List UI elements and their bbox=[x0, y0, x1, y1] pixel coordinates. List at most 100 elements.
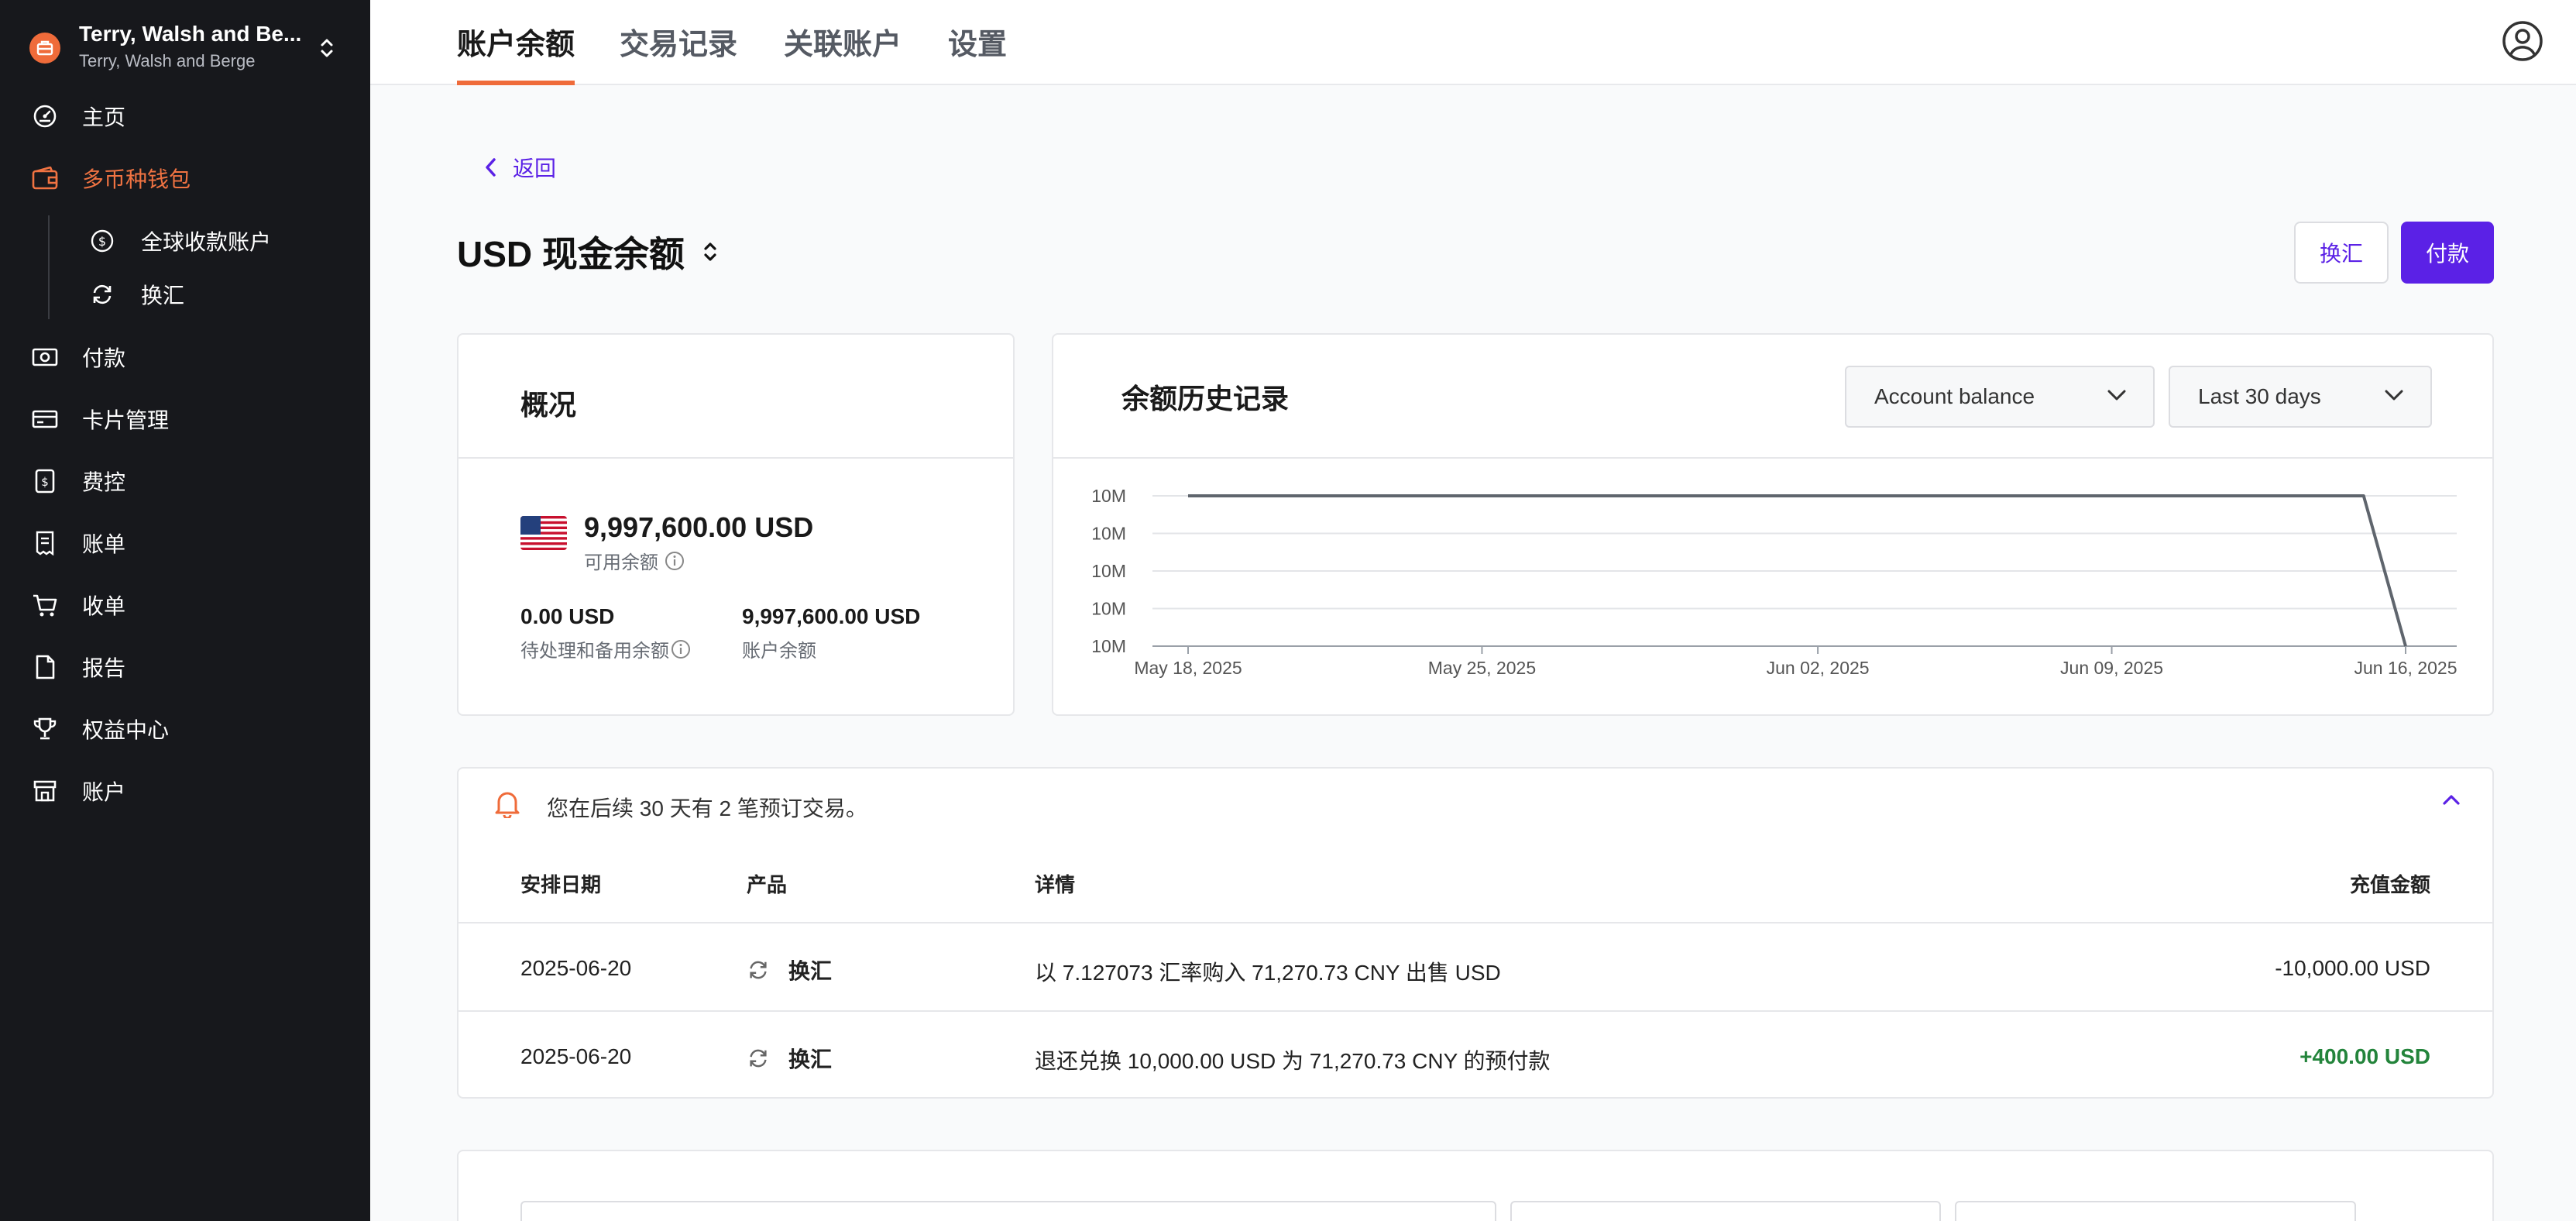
bill-icon bbox=[31, 529, 59, 557]
column-header-product: 产品 bbox=[747, 873, 788, 896]
expense-icon: $ bbox=[31, 467, 59, 495]
page-title: USD 现金余额 bbox=[457, 226, 720, 277]
column-header-amount: 充值金额 bbox=[2349, 873, 2430, 896]
overview-title: 概况 bbox=[520, 389, 577, 421]
tab-label: 关联账户 bbox=[784, 29, 902, 61]
pay-button[interactable]: 付款 bbox=[2401, 222, 2494, 284]
refresh-icon bbox=[88, 280, 116, 308]
row-amount: +400.00 USD bbox=[2300, 1044, 2430, 1068]
row-product: 换汇 bbox=[747, 954, 832, 985]
sidebar-item-label: 账户 bbox=[82, 780, 126, 804]
sidebar-item-label: 换汇 bbox=[141, 284, 185, 308]
tab-label: 交易记录 bbox=[620, 29, 738, 61]
sidebar-item-convert[interactable]: 换汇 bbox=[0, 271, 370, 318]
balance-history-card: 余额历史记录 Account balance Last 30 days 10M 1… bbox=[1052, 333, 2494, 716]
available-balance-amount: 9,997,600.00 USD bbox=[584, 511, 814, 543]
tab-label: 账户余额 bbox=[457, 29, 575, 61]
sidebar-item-expense[interactable]: $ 费控 bbox=[0, 458, 370, 504]
column-header-details: 详情 bbox=[1035, 873, 1076, 896]
info-icon[interactable] bbox=[671, 639, 691, 659]
x-tick-label: May 25, 2025 bbox=[1428, 658, 1536, 678]
tab-balances[interactable]: 账户余额 bbox=[457, 20, 575, 85]
wallet-icon bbox=[31, 164, 59, 192]
metric-select[interactable]: Account balance bbox=[1845, 366, 2155, 428]
sidebar-item-account[interactable]: 账户 bbox=[0, 768, 370, 814]
cart-icon bbox=[31, 591, 59, 619]
pending-balance-amount: 0.00 USD bbox=[520, 604, 615, 628]
sidebar-item-rewards[interactable]: 权益中心 bbox=[0, 706, 370, 752]
org-switcher[interactable]: Terry, Walsh and Be... Terry, Walsh and … bbox=[0, 0, 370, 96]
us-flag-icon bbox=[520, 516, 567, 550]
back-label: 返回 bbox=[513, 156, 557, 181]
available-balance-label: 可用余额 bbox=[584, 547, 685, 574]
chevron-updown-icon[interactable] bbox=[316, 34, 338, 62]
row-amount: -10,000.00 USD bbox=[2275, 956, 2430, 980]
available-balance-text: 可用余额 bbox=[584, 552, 658, 573]
sidebar-item-label: 全球收款账户 bbox=[141, 230, 272, 254]
row-divider bbox=[459, 1010, 2492, 1012]
chevron-down-icon bbox=[2385, 390, 2403, 401]
y-tick-label: 10M bbox=[1091, 486, 1126, 506]
range-select[interactable]: Last 30 days bbox=[2169, 366, 2432, 428]
chevron-up-icon[interactable] bbox=[2441, 792, 2461, 807]
row-details: 以 7.127073 汇率购入 71,270.73 CNY 出售 USD bbox=[1035, 961, 1501, 985]
sidebar-item-label: 多币种钱包 bbox=[82, 167, 191, 191]
metric-select-value: Account balance bbox=[1874, 384, 2035, 408]
x-tick-label: Jun 02, 2025 bbox=[1767, 658, 1870, 678]
row-details: 退还兑换 10,000.00 USD 为 71,270.73 CNY 的预付款 bbox=[1035, 1049, 1551, 1073]
row-product-label: 换汇 bbox=[788, 1047, 833, 1071]
refresh-icon bbox=[750, 961, 767, 979]
x-tick-label: Jun 09, 2025 bbox=[2060, 658, 2163, 678]
tab-linked-accounts[interactable]: 关联账户 bbox=[784, 20, 902, 85]
sidebar-item-label: 主页 bbox=[82, 105, 126, 129]
scheduled-transactions-card: 您在后续 30 天有 2 笔预订交易。 安排日期 产品 详情 充值金额 2025… bbox=[457, 767, 2494, 1099]
range-select-value: Last 30 days bbox=[2198, 384, 2321, 408]
sidebar-item-label: 收单 bbox=[82, 594, 126, 618]
y-tick-label: 10M bbox=[1091, 561, 1126, 581]
pending-balance-label: 待处理和备用余额 bbox=[520, 635, 691, 662]
balance-history-chart: 10M 10M 10M 10M 10M May 18, 2025 May 25, 2025 J… bbox=[1091, 486, 2457, 678]
sidebar-item-reports[interactable]: 报告 bbox=[0, 644, 370, 690]
sidebar-item-home[interactable]: 主页 bbox=[0, 93, 370, 139]
report-icon bbox=[31, 653, 59, 681]
chevron-left-icon bbox=[486, 158, 496, 177]
sidebar-item-label: 账单 bbox=[82, 532, 126, 556]
balance-history-title: 余额历史记录 bbox=[1121, 383, 1290, 414]
convert-button[interactable]: 换汇 bbox=[2294, 222, 2389, 284]
search-input[interactable] bbox=[520, 1201, 1496, 1221]
sidebar-item-bills[interactable]: 账单 bbox=[0, 520, 370, 566]
sidebar-item-global-accounts[interactable]: $ 全球收款账户 bbox=[0, 218, 370, 264]
tab-settings[interactable]: 设置 bbox=[948, 20, 1007, 85]
dollar-circle-icon: $ bbox=[88, 227, 116, 255]
back-link[interactable]: 返回 bbox=[485, 152, 556, 183]
chevron-updown-icon[interactable] bbox=[700, 238, 720, 266]
card-icon bbox=[31, 405, 59, 433]
account-balance-amount: 9,997,600.00 USD bbox=[742, 604, 921, 628]
sidebar-item-cards[interactable]: 卡片管理 bbox=[0, 396, 370, 442]
dashboard-icon bbox=[31, 102, 59, 130]
date-range-filter[interactable] bbox=[1510, 1201, 1941, 1221]
row-product-label: 换汇 bbox=[788, 959, 833, 983]
top-tab-bar: 账户余额 交易记录 关联账户 设置 bbox=[370, 0, 2576, 85]
page-title-text: USD 现金余额 bbox=[457, 234, 685, 274]
org-subtitle: Terry, Walsh and Berge bbox=[79, 51, 256, 71]
row-date: 2025-06-20 bbox=[520, 1044, 632, 1068]
payment-icon bbox=[31, 343, 59, 371]
sidebar-item-label: 权益中心 bbox=[82, 718, 170, 742]
sidebar-item-payments[interactable]: 付款 bbox=[0, 334, 370, 380]
sidebar-item-wallet[interactable]: 多币种钱包 bbox=[0, 155, 370, 201]
sidebar-item-acquiring[interactable]: 收单 bbox=[0, 582, 370, 628]
status-filter[interactable] bbox=[1955, 1201, 2356, 1221]
overview-card: 概况 9,997,600.00 USD 可用余额 0.00 USD 待处理和备用… bbox=[457, 333, 1015, 716]
x-tick-label: May 18, 2025 bbox=[1134, 658, 1242, 678]
user-profile-icon[interactable] bbox=[2502, 20, 2543, 62]
row-product: 换汇 bbox=[747, 1043, 832, 1074]
tab-transactions[interactable]: 交易记录 bbox=[620, 20, 737, 85]
sidebar-item-label: 卡片管理 bbox=[82, 408, 170, 432]
sidebar-item-label: 报告 bbox=[82, 656, 126, 680]
info-icon[interactable] bbox=[665, 551, 685, 571]
sidebar-item-label: 费控 bbox=[82, 470, 126, 494]
refresh-icon bbox=[750, 1049, 767, 1068]
trophy-icon bbox=[31, 715, 59, 743]
store-icon bbox=[31, 777, 59, 805]
